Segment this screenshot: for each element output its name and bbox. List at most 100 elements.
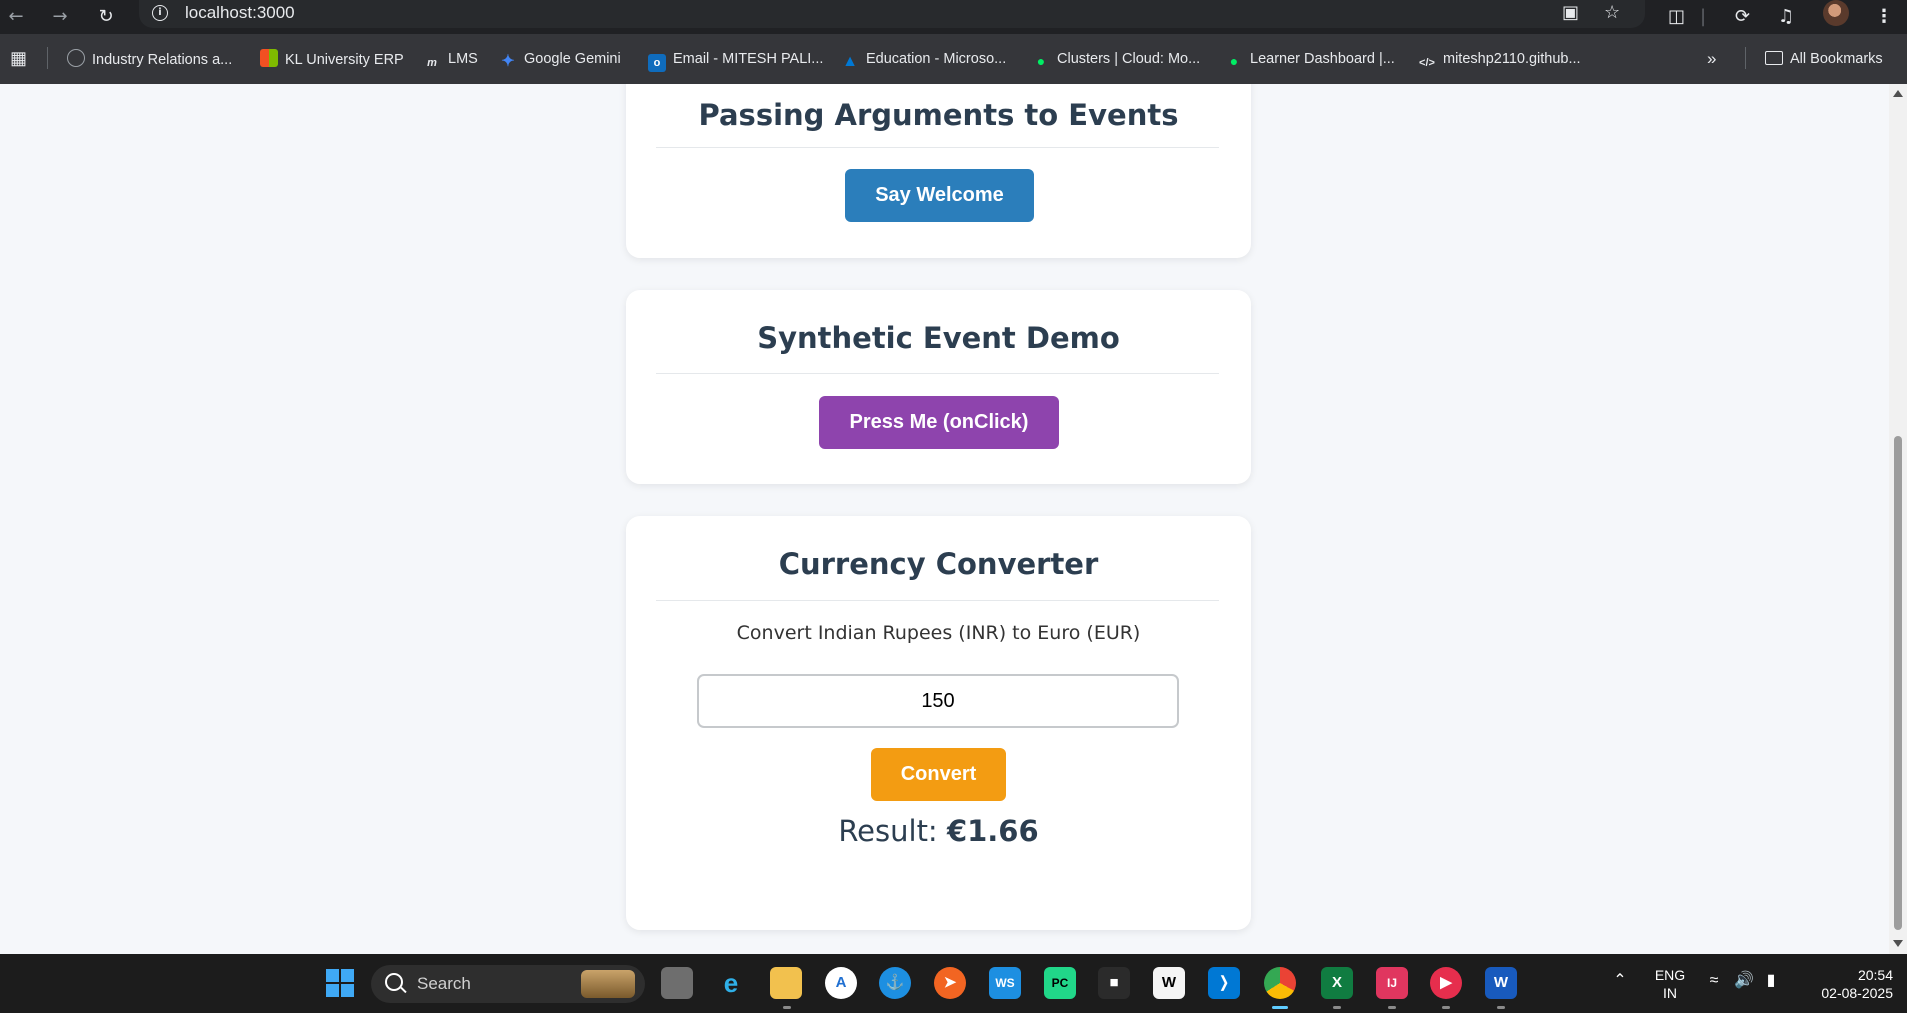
page-scrollbar[interactable] xyxy=(1889,84,1907,954)
app-icon-a[interactable]: A xyxy=(825,967,857,999)
bookmark-item[interactable]: o Email - MITESH PALI... xyxy=(648,49,823,72)
windows-taskbar: Search e A ⚓ ➤ WS PC ■ W ❭ X IJ ▶ W ⌃ EN… xyxy=(0,954,1907,1013)
bookmark-item[interactable]: </> miteshp2110.github... xyxy=(1418,49,1581,69)
bookmarks-divider xyxy=(47,47,48,69)
clock-time: 20:54 xyxy=(1857,967,1893,983)
card-title: Passing Arguments to Events xyxy=(698,98,1179,132)
moodle-icon: m xyxy=(427,57,437,69)
card-title: Synthetic Event Demo xyxy=(757,321,1120,355)
bookmark-item[interactable]: m LMS xyxy=(423,49,478,69)
apps-grid-icon[interactable]: ▦ xyxy=(10,48,27,68)
language-code: ENG xyxy=(1654,967,1686,983)
pycharm-icon[interactable]: PC xyxy=(1044,967,1076,999)
all-bookmarks-button[interactable]: All Bookmarks xyxy=(1765,49,1883,69)
profile-avatar[interactable] xyxy=(1823,0,1849,26)
postman-icon[interactable]: ➤ xyxy=(934,967,966,999)
running-indicator xyxy=(783,1006,791,1009)
scroll-up-arrow-icon[interactable] xyxy=(1893,90,1903,97)
currency-converter-card: Currency Converter Convert Indian Rupees… xyxy=(626,516,1251,930)
language-indicator[interactable]: ENG IN xyxy=(1648,966,1692,1002)
title-divider xyxy=(656,147,1219,148)
bookmark-item[interactable]: KL University ERP xyxy=(260,49,404,69)
scroll-thumb[interactable] xyxy=(1894,436,1902,930)
forward-arrow-icon[interactable]: → xyxy=(46,3,74,31)
media-player-icon[interactable]: ▶ xyxy=(1430,967,1462,999)
code-icon: </> xyxy=(1419,57,1435,69)
gemini-icon: ✦ xyxy=(501,53,515,70)
webstorm-icon[interactable]: WS xyxy=(989,967,1021,999)
running-indicator xyxy=(1442,1006,1450,1009)
say-welcome-button[interactable]: Say Welcome xyxy=(845,169,1034,222)
region-code: IN xyxy=(1663,985,1677,1001)
url-text[interactable]: localhost:3000 xyxy=(185,3,295,23)
azure-icon: ▲ xyxy=(842,53,858,70)
mongodb-leaf-icon: ● xyxy=(1229,53,1239,69)
task-view-icon[interactable] xyxy=(661,967,693,999)
volume-icon[interactable]: 🔊 xyxy=(1733,972,1755,990)
bookmark-item[interactable]: ✦ Google Gemini xyxy=(499,49,620,70)
excel-icon[interactable]: X xyxy=(1321,967,1353,999)
docker-icon[interactable]: ⚓ xyxy=(879,967,911,999)
search-highlight-image xyxy=(581,970,635,998)
scroll-down-arrow-icon[interactable] xyxy=(1893,940,1903,947)
tray-chevron-up-icon[interactable]: ⌃ xyxy=(1608,972,1632,990)
result-value: €1.66 xyxy=(946,814,1039,848)
conversion-result: Result: €1.66 xyxy=(626,814,1251,848)
bookmarks-divider xyxy=(1745,47,1746,69)
chrome-icon[interactable] xyxy=(1264,967,1296,999)
site-info-icon[interactable]: i xyxy=(152,5,168,21)
converter-description: Convert Indian Rupees (INR) to Euro (EUR… xyxy=(736,622,1141,644)
browser-toolbar: ← → ↻ i localhost:3000 ▣ ☆ ◫ | ⟳ ♫ ⋮ xyxy=(0,0,1907,34)
install-app-icon[interactable]: ▣ xyxy=(1562,2,1579,23)
cube-app-icon[interactable]: ■ xyxy=(1098,967,1130,999)
clock-date: 02-08-2025 xyxy=(1821,985,1893,1001)
convert-button[interactable]: Convert xyxy=(871,748,1006,801)
folder-icon xyxy=(1765,51,1783,65)
file-explorer-icon[interactable] xyxy=(770,967,802,999)
outlook-icon: o xyxy=(648,54,666,72)
windows-start-icon[interactable] xyxy=(324,967,356,999)
battery-icon[interactable]: ▮ xyxy=(1760,972,1782,990)
address-bar[interactable]: i localhost:3000 ▣ ☆ xyxy=(139,0,1645,28)
passing-arguments-card: Passing Arguments to Events Say Welcome xyxy=(626,84,1251,258)
running-indicator xyxy=(1388,1006,1396,1009)
menu-kebab-icon[interactable]: ⋮ xyxy=(1875,3,1893,31)
word-icon[interactable]: W xyxy=(1485,967,1517,999)
clock[interactable]: 20:54 02-08-2025 xyxy=(1793,966,1893,1002)
globe-icon xyxy=(67,49,85,67)
card-title: Currency Converter xyxy=(778,547,1099,581)
search-label: Search xyxy=(417,974,471,993)
running-indicator xyxy=(1333,1006,1341,1009)
edge-browser-icon[interactable]: e xyxy=(715,967,747,999)
toolbar-divider: | xyxy=(1700,6,1707,27)
active-indicator xyxy=(1272,1006,1288,1009)
taskbar-search[interactable]: Search xyxy=(371,965,645,1003)
title-divider xyxy=(656,600,1219,601)
page-viewport: Passing Arguments to Events Say Welcome … xyxy=(0,84,1889,954)
intellij-icon[interactable]: IJ xyxy=(1376,967,1408,999)
warp-terminal-icon[interactable]: W xyxy=(1153,967,1185,999)
bookmarks-bar: ▦ Industry Relations a... KL University … xyxy=(0,34,1907,84)
media-controls-icon[interactable]: ♫ xyxy=(1778,3,1794,31)
mongodb-leaf-icon: ● xyxy=(1036,53,1046,69)
bookmark-item[interactable]: ● Learner Dashboard |... xyxy=(1225,49,1395,69)
bookmark-item[interactable]: Industry Relations a... xyxy=(67,49,232,69)
reload-icon[interactable]: ↻ xyxy=(92,3,120,31)
wifi-icon[interactable]: ≈ xyxy=(1703,972,1725,990)
bookmark-star-icon[interactable]: ☆ xyxy=(1604,2,1620,23)
result-label: Result: xyxy=(838,814,938,848)
back-arrow-icon[interactable]: ← xyxy=(2,3,30,31)
bookmark-item[interactable]: ● Clusters | Cloud: Mo... xyxy=(1032,49,1200,69)
bookmark-item[interactable]: ▲ Education - Microso... xyxy=(841,49,1006,70)
inr-amount-input[interactable] xyxy=(697,674,1179,728)
title-divider xyxy=(656,373,1219,374)
running-indicator xyxy=(1497,1006,1505,1009)
vscode-icon[interactable]: ❭ xyxy=(1208,967,1240,999)
performance-icon[interactable]: ⟳ xyxy=(1735,3,1750,31)
more-bookmarks-chevron-icon[interactable]: » xyxy=(1707,49,1716,69)
extensions-icon[interactable]: ◫ xyxy=(1668,3,1685,31)
press-me-button[interactable]: Press Me (onClick) xyxy=(819,396,1059,449)
synthetic-event-card: Synthetic Event Demo Press Me (onClick) xyxy=(626,290,1251,484)
search-icon xyxy=(385,973,403,991)
windows-grid-icon xyxy=(260,49,278,67)
